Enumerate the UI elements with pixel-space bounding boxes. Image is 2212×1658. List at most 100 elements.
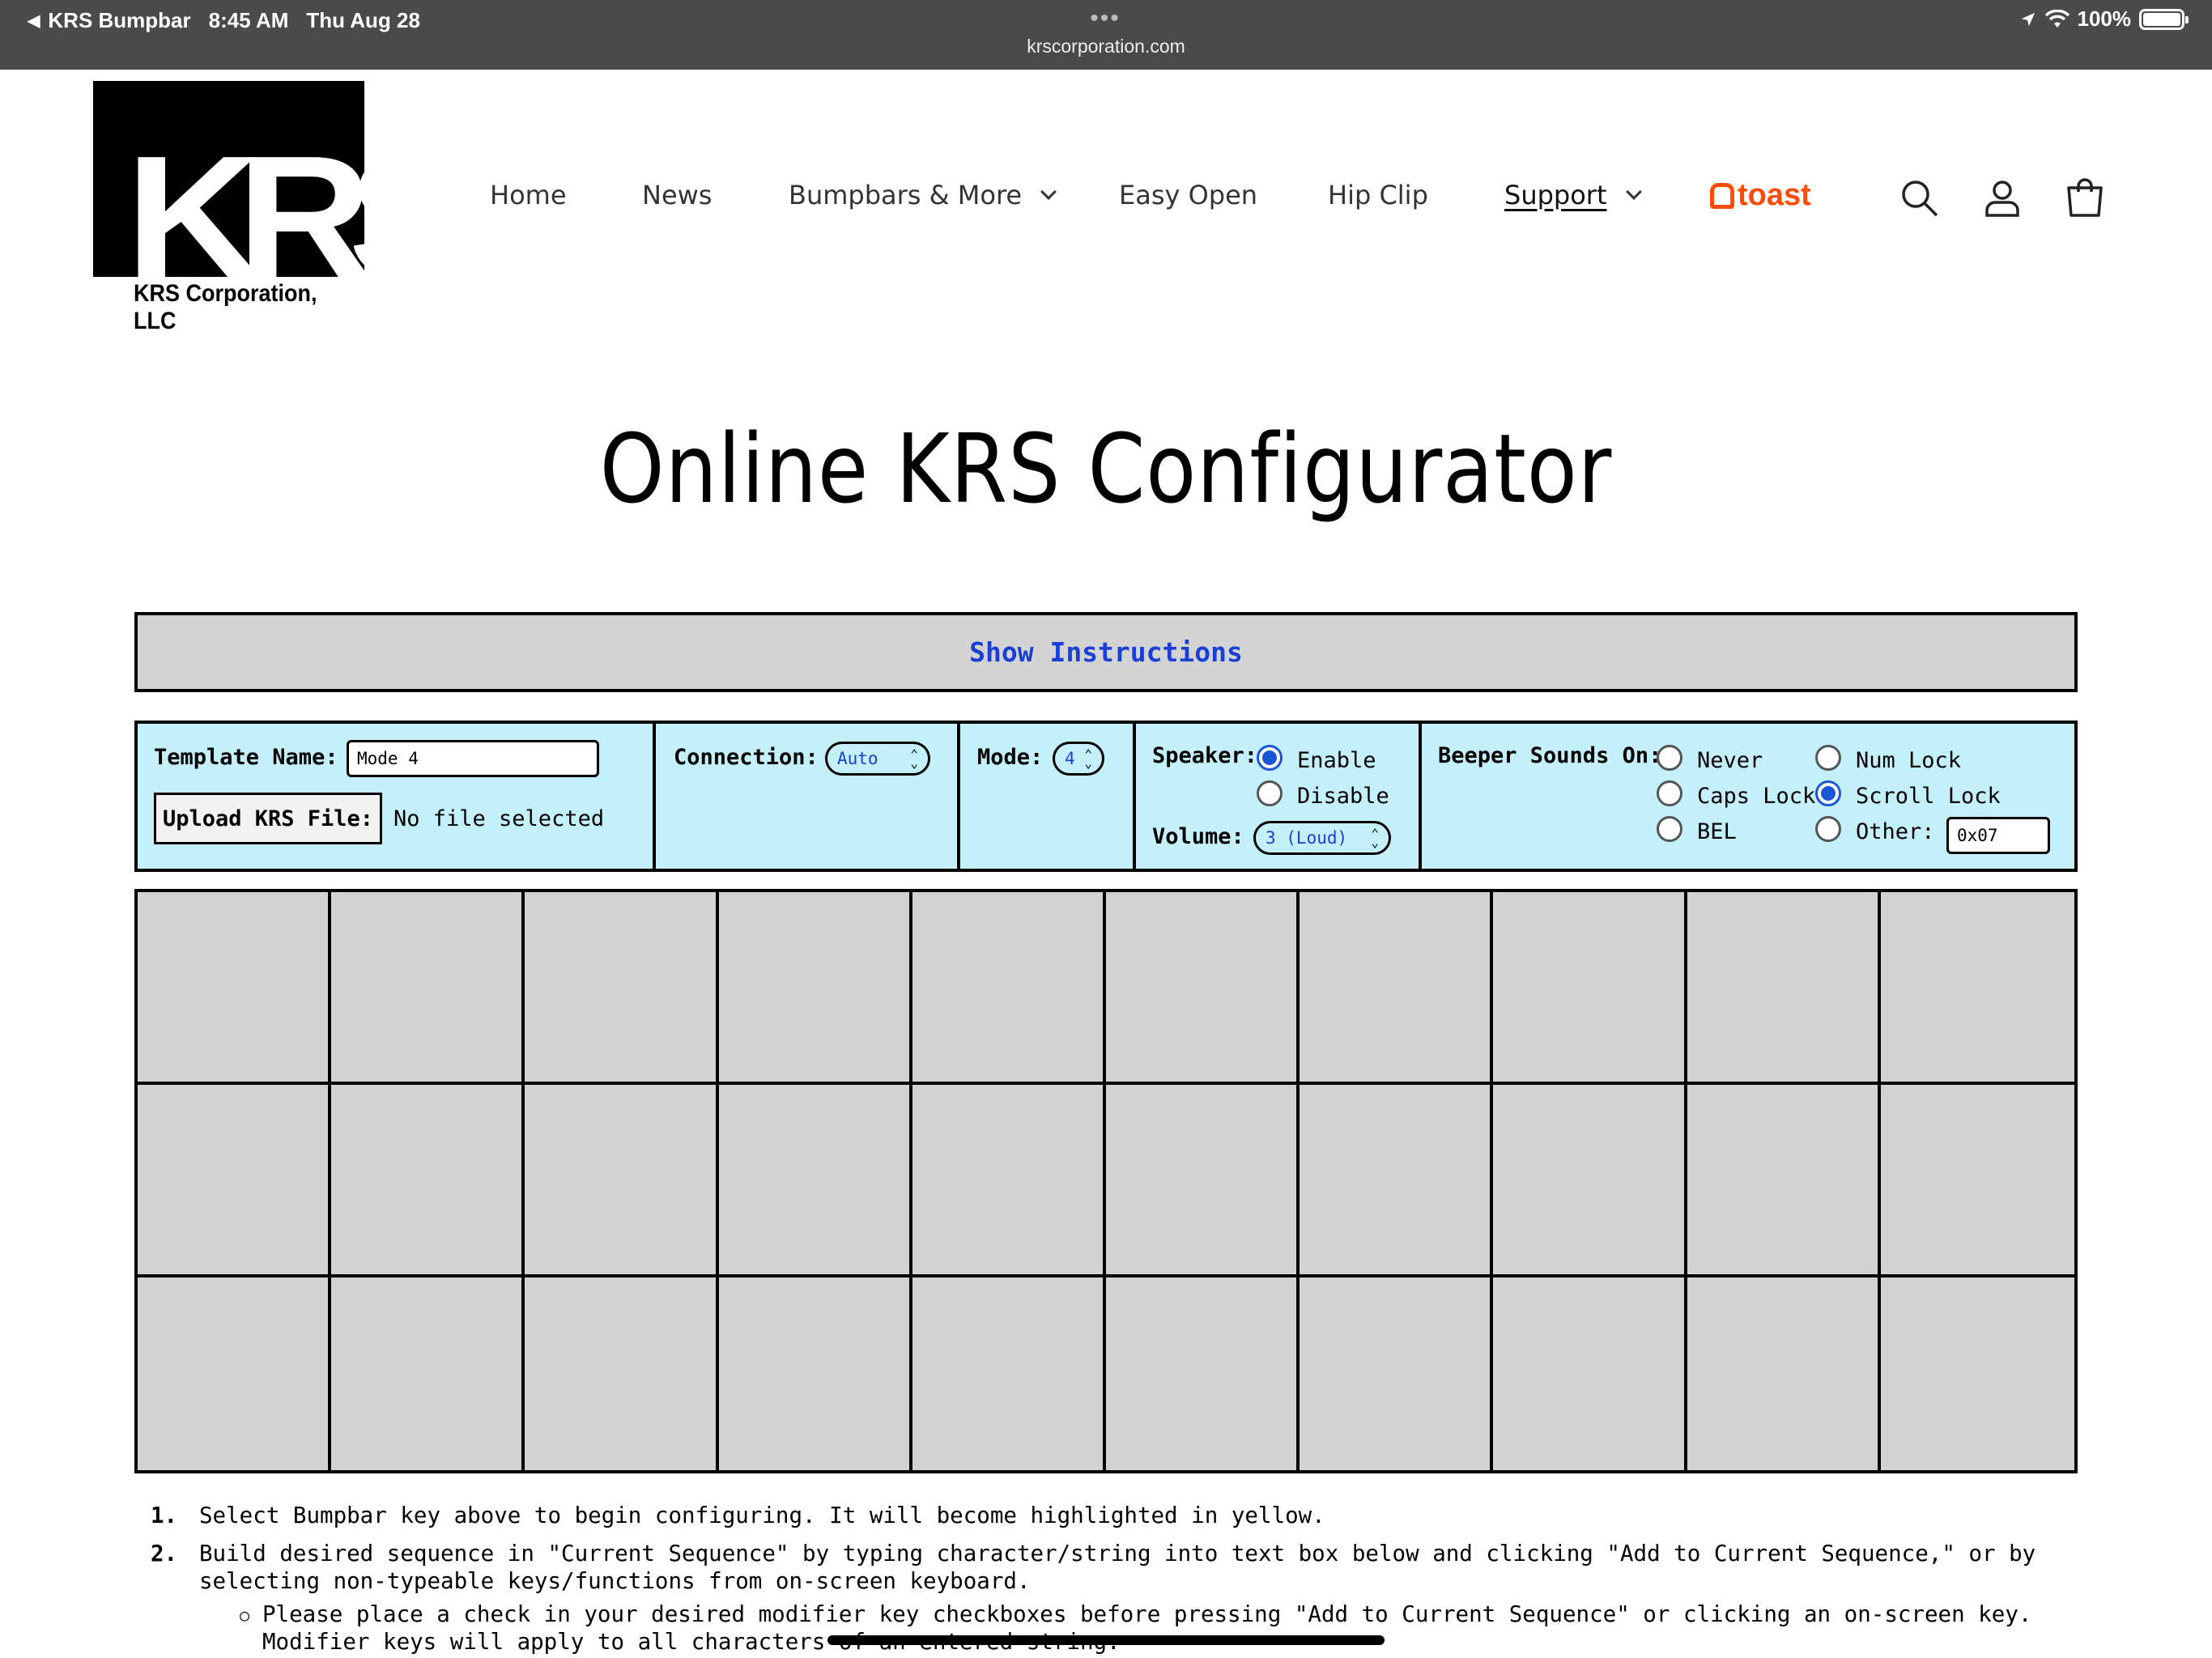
cart-icon[interactable] bbox=[2065, 178, 2105, 219]
beeper-scroll-lock-radio[interactable] bbox=[1815, 780, 1841, 806]
bumpbar-key-r2-c2[interactable] bbox=[331, 1085, 525, 1278]
volume-value: 3 (Loud) bbox=[1266, 828, 1348, 848]
step-number: 1. bbox=[151, 1503, 178, 1528]
beeper-caps-lock-label: Caps Lock bbox=[1697, 784, 1816, 809]
bumpbar-key-r3-c10[interactable] bbox=[1880, 1278, 2074, 1470]
connection-label: Connection: bbox=[674, 745, 819, 770]
bumpbar-key-r2-c3[interactable] bbox=[525, 1085, 719, 1278]
nav-support[interactable]: Support bbox=[1504, 180, 1642, 210]
status-left: ◀ KRS Bumpbar 8:45 AM Thu Aug 28 bbox=[28, 8, 420, 33]
search-icon[interactable] bbox=[1899, 178, 1940, 219]
home-indicator[interactable] bbox=[827, 1635, 1385, 1645]
back-to-app-icon[interactable]: ◀ bbox=[28, 11, 40, 31]
back-app-label[interactable]: KRS Bumpbar bbox=[48, 8, 190, 33]
krs-logo[interactable]: KRS KRS Corporation, LLC bbox=[93, 81, 364, 334]
beeper-num-lock-label: Num Lock bbox=[1856, 748, 1962, 773]
bumpbar-key-r3-c2[interactable] bbox=[331, 1278, 525, 1470]
nav-bumpbars-label: Bumpbars & More bbox=[789, 180, 1023, 210]
config-panel: Template Name: Mode 4 Upload KRS File: N… bbox=[134, 721, 2078, 872]
bumpbar-key-r2-c6[interactable] bbox=[1105, 1085, 1300, 1278]
beeper-bel-label: BEL bbox=[1697, 819, 1737, 844]
nav-news[interactable]: News bbox=[642, 180, 712, 210]
bumpbar-key-r1-c2[interactable] bbox=[331, 892, 525, 1085]
config-divider bbox=[1419, 724, 1422, 869]
bumpbar-key-r2-c8[interactable] bbox=[1493, 1085, 1687, 1278]
beeper-num-lock-radio[interactable] bbox=[1815, 745, 1841, 771]
mode-label: Mode: bbox=[977, 745, 1044, 770]
mode-select[interactable]: 4 ⌃ ⌄ bbox=[1053, 742, 1104, 776]
bumpbar-key-r3-c7[interactable] bbox=[1300, 1278, 1494, 1470]
bumpbar-key-r2-c1[interactable] bbox=[138, 1085, 332, 1278]
nav-home[interactable]: Home bbox=[490, 180, 567, 210]
speaker-enable-radio[interactable] bbox=[1257, 745, 1283, 771]
bumpbar-key-r3-c6[interactable] bbox=[1105, 1278, 1300, 1470]
bumpbar-key-r3-c1[interactable] bbox=[138, 1278, 332, 1470]
bumpbar-key-r2-c4[interactable] bbox=[718, 1085, 912, 1278]
mode-value: 4 bbox=[1065, 749, 1075, 768]
page-title: Online KRS Configurator bbox=[599, 413, 1613, 525]
instruction-steps: 1. Select Bumpbar key above to begin con… bbox=[151, 1502, 2078, 1656]
template-name-input[interactable]: Mode 4 bbox=[347, 740, 599, 777]
bumpbar-key-r2-c10[interactable] bbox=[1880, 1085, 2074, 1278]
location-icon bbox=[2021, 12, 2035, 26]
multitasking-dots-icon[interactable]: ••• bbox=[1085, 5, 1125, 32]
bumpbar-key-r3-c8[interactable] bbox=[1493, 1278, 1687, 1470]
chevron-down-icon bbox=[1040, 184, 1057, 200]
beeper-never-label: Never bbox=[1697, 748, 1763, 773]
beeper-caps-lock-radio[interactable] bbox=[1657, 780, 1682, 806]
beeper-scroll-lock-label: Scroll Lock bbox=[1856, 784, 2001, 809]
bumpbar-key-r2-c7[interactable] bbox=[1300, 1085, 1494, 1278]
bumpbar-key-r1-c6[interactable] bbox=[1105, 892, 1300, 1085]
volume-label: Volume: bbox=[1152, 824, 1244, 849]
beeper-never-radio[interactable] bbox=[1657, 745, 1682, 771]
config-divider bbox=[1133, 724, 1136, 869]
config-divider bbox=[653, 724, 656, 869]
bumpbar-key-r1-c4[interactable] bbox=[718, 892, 912, 1085]
bumpbar-key-r1-c8[interactable] bbox=[1493, 892, 1687, 1085]
toast-label: toast bbox=[1738, 178, 1811, 212]
bumpbar-key-r2-c9[interactable] bbox=[1687, 1085, 1881, 1278]
bumpbar-key-r1-c5[interactable] bbox=[912, 892, 1106, 1085]
circle-bullet-icon: ○ bbox=[240, 1605, 250, 1625]
connection-value: Auto bbox=[837, 749, 878, 768]
bumpbar-key-r1-c3[interactable] bbox=[525, 892, 719, 1085]
select-arrows-icon: ⌃ ⌄ bbox=[910, 746, 918, 771]
battery-icon bbox=[2139, 8, 2189, 30]
account-icon[interactable] bbox=[1982, 178, 2023, 219]
toast-link[interactable]: toast bbox=[1710, 178, 1811, 213]
bumpbar-key-r1-c1[interactable] bbox=[138, 892, 332, 1085]
bumpbar-key-r3-c4[interactable] bbox=[718, 1278, 912, 1470]
bumpbar-key-r2-c5[interactable] bbox=[912, 1085, 1106, 1278]
bumpbar-key-grid bbox=[134, 889, 2078, 1473]
template-name-label: Template Name: bbox=[154, 745, 338, 770]
beeper-other-radio[interactable] bbox=[1815, 816, 1841, 842]
volume-select[interactable]: 3 (Loud) ⌃ ⌄ bbox=[1253, 821, 1391, 855]
address-url[interactable]: krscorporation.com bbox=[0, 36, 2212, 57]
connection-select[interactable]: Auto ⌃ ⌄ bbox=[825, 742, 930, 776]
speaker-enable-label: Enable bbox=[1297, 748, 1376, 773]
bumpbar-key-r3-c5[interactable] bbox=[912, 1278, 1106, 1470]
bumpbar-key-r3-c9[interactable] bbox=[1687, 1278, 1881, 1470]
nav-bumpbars[interactable]: Bumpbars & More bbox=[789, 180, 1057, 210]
bumpbar-key-r1-c10[interactable] bbox=[1880, 892, 2074, 1085]
wifi-icon bbox=[2044, 9, 2069, 28]
nav-easy-open[interactable]: Easy Open bbox=[1119, 180, 1257, 210]
select-arrows-icon: ⌃ ⌄ bbox=[1371, 825, 1379, 850]
speaker-label: Speaker: bbox=[1152, 743, 1258, 768]
config-divider bbox=[957, 724, 960, 869]
beeper-other-input[interactable]: 0x07 bbox=[1946, 817, 2050, 854]
status-time: 8:45 AM bbox=[208, 8, 289, 32]
speaker-disable-radio[interactable] bbox=[1257, 780, 1283, 806]
beeper-other-label: Other: bbox=[1856, 819, 1935, 844]
nav-hip-clip-label: Hip Clip bbox=[1328, 180, 1428, 210]
nav-hip-clip[interactable]: Hip Clip bbox=[1328, 180, 1428, 210]
upload-krs-file-button[interactable]: Upload KRS File: bbox=[154, 793, 382, 844]
bumpbar-key-r1-c9[interactable] bbox=[1687, 892, 1881, 1085]
bumpbar-key-r1-c7[interactable] bbox=[1300, 892, 1494, 1085]
beeper-bel-radio[interactable] bbox=[1657, 816, 1682, 842]
show-instructions-button[interactable]: Show Instructions bbox=[134, 612, 2078, 692]
bumpbar-key-r3-c3[interactable] bbox=[525, 1278, 719, 1470]
step-text: Build desired sequence in "Current Seque… bbox=[199, 1541, 2036, 1594]
sub-step-text: Please place a check in your desired mod… bbox=[262, 1601, 2032, 1655]
logo-corp-name: KRS Corporation, LLC bbox=[134, 280, 317, 334]
